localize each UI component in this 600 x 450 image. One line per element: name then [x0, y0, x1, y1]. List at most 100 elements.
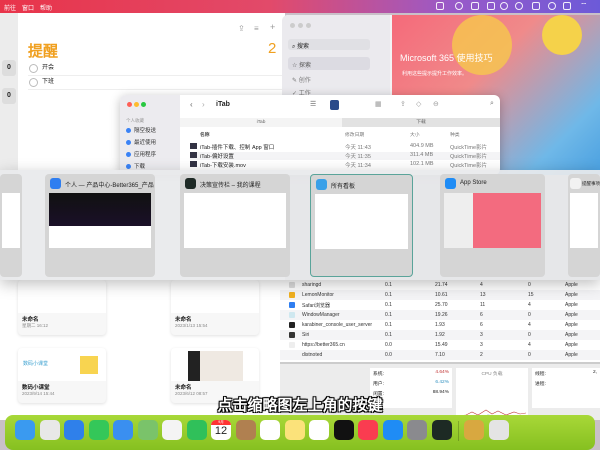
dock-trash-icon[interactable] [488, 420, 509, 440]
sidebar-item-airdrop[interactable]: 隔空投送 [126, 126, 156, 134]
process-row[interactable]: https://better365.cn 0.0 15.49 3 4 Apple [280, 340, 600, 350]
dock-app-store-icon[interactable] [382, 420, 403, 440]
calendar-day: 12 [214, 425, 228, 437]
column-size[interactable]: 大小 [410, 131, 420, 138]
app-icon[interactable] [570, 178, 581, 189]
file-row[interactable]: iTab-偏好设置 今天 11:35 311.4 MB QuickTime影片 [190, 152, 500, 160]
process-row[interactable]: distnoted 0.0 7.10 2 0 Apple [280, 350, 600, 360]
wifi-icon[interactable]: ⌔ [580, 1, 588, 11]
sidebar-item-downloads[interactable]: 下载 [126, 162, 145, 170]
process-wake: 4 [528, 322, 531, 328]
dock-facetime-icon[interactable] [186, 420, 207, 440]
search-input[interactable]: ⌕ 搜索 [288, 39, 370, 50]
share-icon[interactable]: ⇪ [400, 100, 406, 108]
column-kind[interactable]: 种类 [450, 131, 460, 138]
process-icon [289, 282, 295, 288]
tab-itab[interactable]: iTab [180, 118, 342, 127]
sidebar-label: 应用程序 [134, 152, 157, 158]
dock-messages-icon[interactable] [88, 420, 109, 440]
note-card[interactable]: 未命名 2023/1/13 15:54 [171, 280, 259, 335]
process-time: 25.70 [435, 302, 448, 308]
traffic-lights[interactable] [127, 102, 148, 109]
status-icon[interactable] [515, 2, 523, 10]
process-threads: 13 [480, 292, 486, 298]
dock-launchpad-icon[interactable] [39, 420, 60, 440]
dock-freeform-icon[interactable] [309, 420, 329, 440]
list-icon[interactable]: ≡ [254, 24, 259, 33]
window-thumbnail[interactable]: 所有看板 [310, 174, 413, 277]
window-thumbnail[interactable]: 提醒事项 [568, 174, 600, 277]
finder-sidebar: 个人收藏 隔空投送 最近使用 应用程序 下载 [120, 95, 180, 175]
tab-downloads[interactable]: 下载 [342, 118, 500, 127]
dock-mail-icon[interactable] [113, 420, 133, 440]
dock-activity-monitor-icon[interactable] [431, 420, 452, 440]
process-row[interactable]: karabiner_console_user_server 0.1 1.93 6 4 Ap… [280, 320, 600, 330]
window-thumbnail[interactable] [0, 174, 22, 277]
nav-create[interactable]: ✎ 创作 [292, 75, 311, 84]
mouse-icon[interactable] [500, 2, 508, 10]
search-icon[interactable]: ⌕ [490, 100, 494, 108]
dock-notes-icon[interactable] [284, 420, 305, 440]
window-controls[interactable] [290, 23, 314, 30]
note-title: 未命名 [175, 317, 192, 323]
file-row[interactable]: iTab-下载安装.mov 今天 11:34 102.1 MB QuickTime影片 [190, 161, 500, 169]
dock-reminders-icon[interactable] [260, 420, 280, 440]
dock-finder-icon[interactable] [15, 420, 35, 440]
process-row[interactable]: Siri 0.1 1.92 3 0 Apple [280, 330, 600, 340]
reminder-item[interactable]: 开会 [28, 62, 283, 76]
share-icon[interactable]: ⇪ [238, 24, 245, 33]
status-icon[interactable] [487, 2, 495, 10]
window-thumbnail[interactable]: App Store [440, 174, 545, 277]
more-icon[interactable]: ⊖ [433, 100, 439, 108]
column-name[interactable]: 名称 [200, 131, 210, 138]
menu-window[interactable]: 窗口 [22, 3, 34, 12]
app-icon[interactable] [50, 178, 61, 189]
dock-calendar-icon[interactable]: 9月 12 [211, 420, 231, 440]
nav-label: 探索 [299, 63, 312, 69]
user-icon[interactable] [548, 2, 556, 10]
image-icon[interactable] [532, 2, 540, 10]
dock-maps-icon[interactable] [137, 420, 158, 440]
app-icon[interactable] [445, 178, 456, 189]
process-row[interactable]: sharingd 0.1 21.74 4 0 Apple [280, 280, 600, 290]
app-icon[interactable] [185, 178, 196, 189]
dock-system-settings-icon[interactable] [407, 420, 427, 440]
status-icon[interactable] [455, 2, 463, 10]
menu-go[interactable]: 前往 [4, 3, 16, 12]
app-icon[interactable] [316, 179, 327, 190]
sticky-shape [80, 356, 98, 374]
sidebar-item-applications[interactable]: 应用程序 [126, 150, 156, 158]
dock-tv-icon[interactable] [333, 420, 354, 440]
add-icon[interactable]: + [270, 22, 275, 32]
menu-help[interactable]: 帮助 [40, 3, 52, 12]
back-icon[interactable]: ‹ [190, 100, 193, 109]
window-preview [49, 193, 151, 248]
window-thumbnail[interactable]: 决策宣传栏 – 我的课程 [180, 174, 290, 277]
forward-icon[interactable]: › [202, 100, 205, 109]
nav-explore[interactable]: ☆ 探索 [288, 57, 370, 70]
dock-safari-icon[interactable] [64, 420, 84, 440]
dock-music-icon[interactable] [358, 420, 378, 440]
dock-archive-icon[interactable] [464, 420, 484, 440]
process-row[interactable]: LemonMonitor 0.1 10.61 13 15 Apple [280, 290, 600, 300]
display-icon[interactable] [563, 2, 571, 10]
dock-photos-icon[interactable] [162, 420, 182, 440]
status-icon[interactable] [436, 2, 444, 10]
reminder-item[interactable]: 下班 [28, 76, 283, 90]
tag-icon[interactable]: ◇ [416, 100, 421, 108]
list-count[interactable]: 0 [2, 60, 16, 76]
grid-icon[interactable]: ▦ [375, 100, 382, 108]
process-row[interactable]: WindowManager 0.1 19.26 6 0 Apple [280, 310, 600, 320]
dock-contacts-icon[interactable] [235, 420, 256, 440]
list-count[interactable]: 0 [2, 88, 16, 104]
window-thumbnail[interactable]: 个人 — 产品中心-Better365_产品 [45, 174, 155, 277]
process-row[interactable]: Safari浏览器 0.1 25.70 11 4 Apple [280, 300, 600, 310]
column-date[interactable]: 修改日期 [345, 131, 364, 138]
process-name: LemonMonitor [302, 292, 334, 298]
file-row[interactable]: iTab-插件下载、控制 App 窗口 今天 11:43 404.9 MB Quick… [190, 143, 500, 151]
sidebar-item-recents[interactable]: 最近使用 [126, 138, 156, 146]
status-icon[interactable] [471, 2, 479, 10]
list-view-icon[interactable]: ☰ [310, 100, 316, 108]
app-icon[interactable] [330, 100, 339, 110]
note-card[interactable]: 未命名 星期二 16:12 [18, 280, 106, 335]
